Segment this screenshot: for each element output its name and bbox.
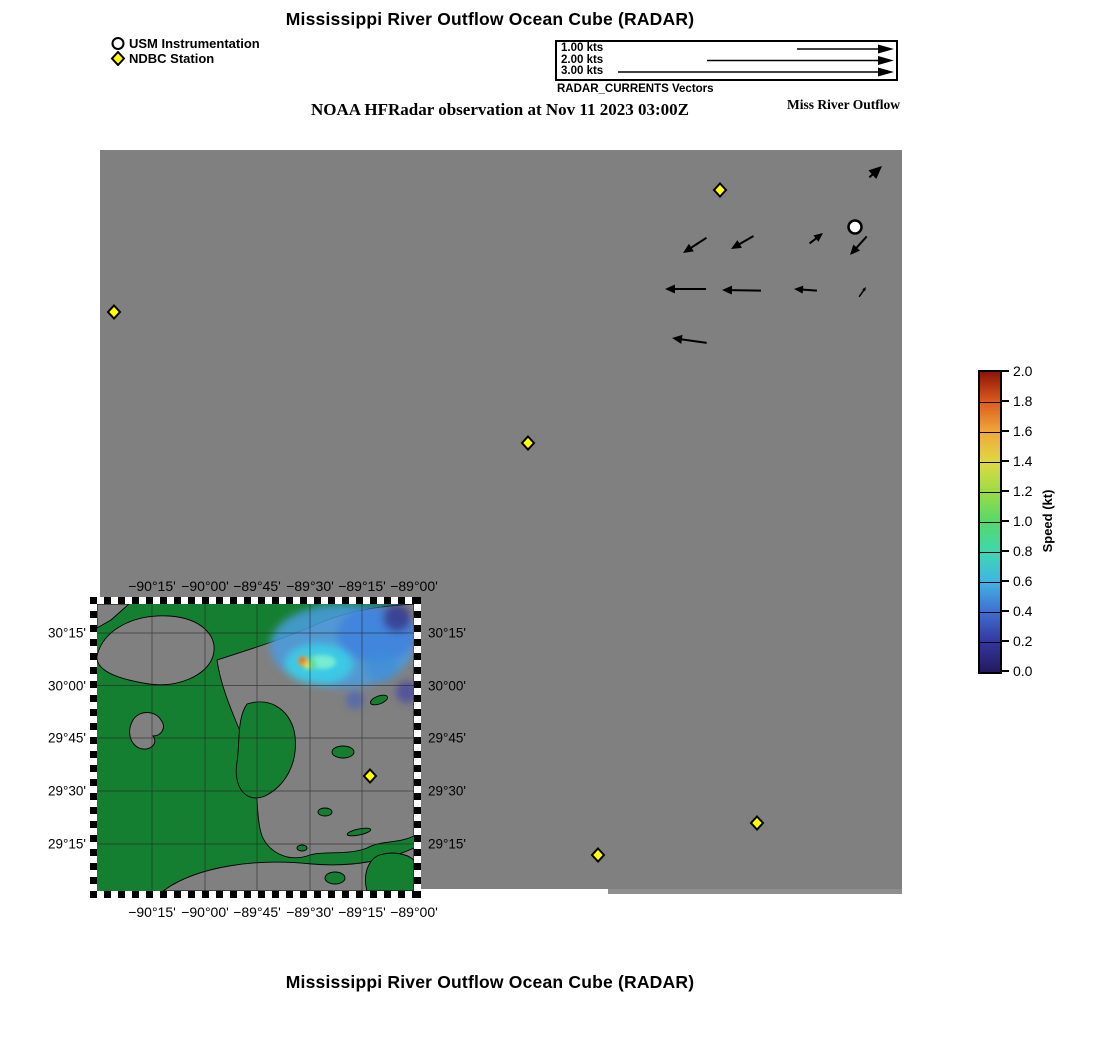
colorbar-divider <box>980 432 1000 433</box>
colorbar-divider <box>980 492 1000 493</box>
lon-tick-label: −89°00' <box>390 578 438 594</box>
vector-scale-box: 1.00 kts 2.00 kts 3.00 kts <box>555 40 898 81</box>
legend-ndbc-label: NDBC Station <box>129 51 215 66</box>
inset-border-left <box>90 597 97 898</box>
bottom-title: Mississippi River Outflow Ocean Cube (RA… <box>285 972 695 992</box>
lat-tick-label: 29°15' <box>428 836 467 852</box>
usm-circle-icon <box>111 37 125 50</box>
colorbar-tick: 1.2 <box>1002 483 1032 499</box>
marker-legend: USM Instrumentation NDBC Station <box>110 36 260 66</box>
lat-tick-label: 30°15' <box>47 625 86 641</box>
legend-row-usm: USM Instrumentation <box>110 36 260 51</box>
lat-tick-label: 29°30' <box>47 783 86 799</box>
colorbar-tick: 2.0 <box>1002 363 1032 379</box>
colorbar-axis-label: Speed (kt) <box>1040 489 1055 553</box>
colorbar-tick: 1.6 <box>1002 423 1032 439</box>
lon-tick-label: −89°15' <box>338 904 386 920</box>
page-title: Mississippi River Outflow Ocean Cube (RA… <box>285 9 695 29</box>
lon-tick-label: −89°45' <box>233 904 281 920</box>
inset-border-bottom <box>90 891 421 898</box>
colorbar-divider <box>980 582 1000 583</box>
colorbar-tick: 1.0 <box>1002 513 1032 529</box>
lon-tick-label: −89°15' <box>338 578 386 594</box>
colorbar-tick: 0.4 <box>1002 603 1032 619</box>
colorbar-tick: 0.2 <box>1002 633 1032 649</box>
colorbar-tick: 0.0 <box>1002 663 1032 679</box>
colorbar-divider <box>980 552 1000 553</box>
colorbar-tick: 0.6 <box>1002 573 1032 589</box>
lon-tick-label: −89°00' <box>390 904 438 920</box>
colorbar-tick: 1.8 <box>1002 393 1032 409</box>
corner-label: Miss River Outflow <box>787 97 900 112</box>
lat-tick-label: 30°15' <box>428 625 467 641</box>
lon-tick-label: −90°00' <box>181 904 229 920</box>
colorbar-divider <box>980 612 1000 613</box>
lon-tick-label: −89°45' <box>233 578 281 594</box>
lat-tick-label: 30°00' <box>428 678 467 694</box>
scale-caption: RADAR_CURRENTS Vectors <box>557 83 714 95</box>
scale-arrows-icon <box>618 44 894 77</box>
lon-tick-label: −89°30' <box>286 904 334 920</box>
lat-tick-label: 29°15' <box>47 836 86 852</box>
colorbar-tick: 0.8 <box>1002 543 1032 559</box>
panel-bottom-strip <box>608 889 902 894</box>
lat-tick-label: 29°45' <box>428 730 467 746</box>
lat-tick-label: 30°00' <box>47 678 86 694</box>
inset-map <box>97 604 414 891</box>
colorbar-divider <box>980 642 1000 643</box>
colorbar-tick: 1.4 <box>1002 453 1032 469</box>
colorbar-divider <box>980 522 1000 523</box>
inset-border-top <box>90 597 421 604</box>
colorbar-divider <box>980 462 1000 463</box>
lat-tick-label: 29°45' <box>47 730 86 746</box>
lon-tick-label: −90°00' <box>181 578 229 594</box>
inset-border-right <box>414 597 421 898</box>
colorbar-divider <box>980 402 1000 403</box>
ndbc-diamond-icon <box>110 51 126 66</box>
lon-tick-label: −90°15' <box>128 904 176 920</box>
figure-page: Mississippi River Outflow Ocean Cube (RA… <box>0 0 1100 1050</box>
legend-row-ndbc: NDBC Station <box>110 51 260 66</box>
lat-tick-label: 29°30' <box>428 783 467 799</box>
lon-tick-label: −90°15' <box>128 578 176 594</box>
colorbar <box>978 370 1002 674</box>
legend-usm-label: USM Instrumentation <box>129 36 260 51</box>
lon-tick-label: −89°30' <box>286 578 334 594</box>
